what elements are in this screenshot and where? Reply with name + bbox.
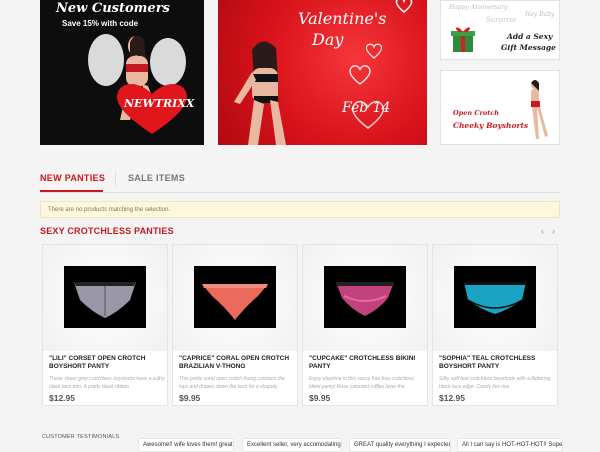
product-card[interactable]: "CAPRICE" CORAL OPEN CROTCH BRAZILIAN V-… <box>172 244 298 406</box>
product-description: This pretty coral open crotch thong cont… <box>179 376 285 390</box>
product-price: $12.95 <box>49 393 75 403</box>
product-photo <box>194 266 276 328</box>
product-card[interactable]: "LILI" CORSET OPEN CROTCH BOYSHORT PANTY… <box>42 244 168 406</box>
product-description: Enjoy playtime in this sassy frou frou c… <box>309 376 415 390</box>
gift-box-icon <box>451 24 475 54</box>
model-illustration <box>531 80 548 139</box>
product-description: Silky soft teal crotchless boyshorts wit… <box>439 376 551 390</box>
panty-icon <box>464 282 526 314</box>
product-image[interactable] <box>303 245 427 351</box>
product-photo <box>324 266 406 328</box>
hey-baby-text: Hey Baby <box>525 11 555 18</box>
tab-sale-items[interactable]: SALE ITEMS <box>128 173 185 183</box>
product-price: $12.95 <box>439 393 465 403</box>
product-photo <box>64 266 146 328</box>
product-image[interactable] <box>433 245 557 351</box>
product-price: $9.95 <box>309 393 331 403</box>
heart-icon <box>349 0 413 129</box>
product-photo <box>454 266 536 328</box>
anniversary-text: Happy Anniversary <box>449 4 508 11</box>
panty-icon <box>74 282 136 318</box>
product-card[interactable]: "CUPCAKE" CROTCHLESS BIKINI PANTY Enjoy … <box>302 244 428 406</box>
product-name[interactable]: "LILI" CORSET OPEN CROTCH BOYSHORT PANTY <box>49 355 165 371</box>
panty-icon <box>202 284 268 320</box>
valentines-date: Feb 14 <box>342 100 391 116</box>
product-image[interactable] <box>173 245 297 351</box>
section-title: SEXY CROTCHLESS PANTIES <box>40 226 174 236</box>
product-name[interactable]: "CAPRICE" CORAL OPEN CROTCH BRAZILIAN V-… <box>179 355 295 371</box>
product-description: These sheer grey crotchless boyshorts ha… <box>49 376 165 390</box>
promo-code: NEWTRIXX <box>124 97 195 110</box>
product-price: $9.95 <box>179 393 201 403</box>
surprise-text: Surprise <box>486 16 517 24</box>
product-image[interactable] <box>43 245 167 351</box>
active-tab-indicator <box>40 190 103 192</box>
no-products-notice: There are no products matching the selec… <box>40 201 560 218</box>
gift-cta-line2: Gift Message <box>501 43 556 52</box>
product-name[interactable]: "CUPCAKE" CROTCHLESS BIKINI PANTY <box>309 355 425 371</box>
product-card[interactable]: "SOPHIA" TEAL CROTCHLESS BOYSHORT PANTY … <box>432 244 558 406</box>
cheeky-boyshorts-banner[interactable]: Open Crotch Cheeky Boyshorts <box>440 70 560 145</box>
panty-icon <box>336 282 394 316</box>
valentines-banner[interactable]: Valentine's Day Feb 14 <box>218 0 427 145</box>
carousel-next-icon[interactable]: › <box>552 226 555 236</box>
new-customers-banner[interactable]: New Customers Save 15% with code NEWTRIX… <box>40 0 204 145</box>
testimonials-label: CUSTOMER TESTIMONIALS <box>42 434 120 440</box>
carousel-prev-icon[interactable]: ‹ <box>541 226 544 236</box>
product-tabs: NEW PANTIES SALE ITEMS <box>40 170 560 193</box>
tab-divider <box>115 172 116 186</box>
product-name[interactable]: "SOPHIA" TEAL CROTCHLESS BOYSHORT PANTY <box>439 355 555 371</box>
gift-message-banner[interactable]: Happy Anniversary Surprise Hey Baby Add … <box>440 0 560 60</box>
gift-cta-line1: Add a Sexy <box>507 32 553 41</box>
tab-new-panties[interactable]: NEW PANTIES <box>40 173 105 183</box>
